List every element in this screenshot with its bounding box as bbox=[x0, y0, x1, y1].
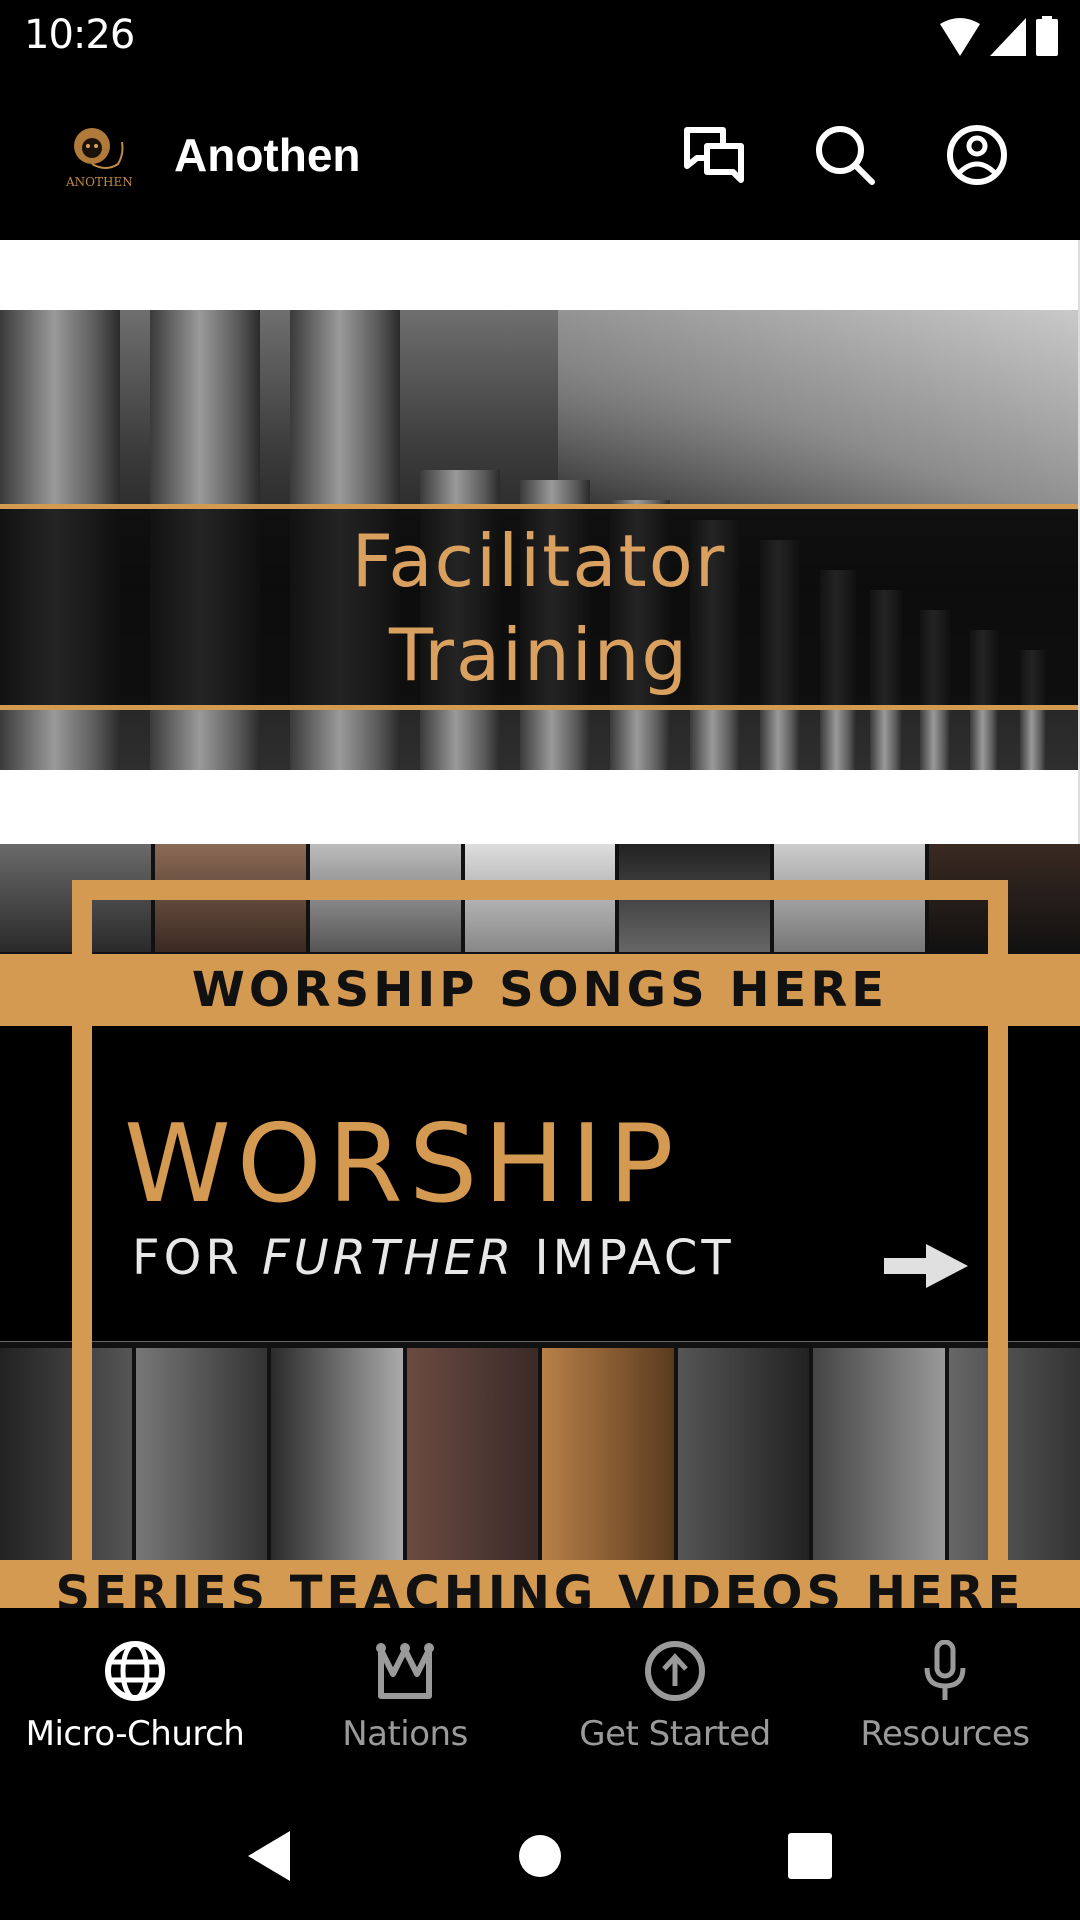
account-circle-icon bbox=[946, 124, 1008, 191]
subtitle-post: IMPACT bbox=[515, 1230, 735, 1286]
search-button[interactable] bbox=[810, 122, 880, 192]
system-nav-bar bbox=[0, 1784, 1080, 1920]
arrow-up-circle-icon bbox=[642, 1638, 708, 1704]
nav-label: Resources bbox=[860, 1714, 1030, 1754]
banner-title-line1: Facilitator bbox=[351, 519, 727, 603]
back-button[interactable] bbox=[240, 1826, 300, 1886]
nav-label: Micro-Church bbox=[25, 1714, 245, 1754]
back-triangle-icon bbox=[248, 1831, 290, 1881]
microphone-icon bbox=[912, 1638, 978, 1704]
worship-songs-band[interactable]: WORSHIP SONGS HERE bbox=[0, 954, 1080, 1026]
bottom-nav: Micro-Church Nations Get Started Resourc… bbox=[0, 1608, 1080, 1784]
colonnade-photo: Facilitator Training bbox=[0, 310, 1078, 770]
chat-button[interactable] bbox=[680, 122, 750, 192]
search-icon bbox=[814, 124, 876, 191]
app-title: Anothen bbox=[174, 129, 361, 181]
arrow-right-icon[interactable] bbox=[884, 1244, 968, 1288]
home-circle-icon bbox=[519, 1835, 561, 1877]
globe-icon bbox=[102, 1638, 168, 1704]
status-time: 10:26 bbox=[24, 12, 135, 58]
nav-nations[interactable]: Nations bbox=[270, 1608, 540, 1784]
app-bar: ANOTHEN Anothen bbox=[0, 72, 1080, 240]
nav-micro-church[interactable]: Micro-Church bbox=[0, 1608, 270, 1784]
anothen-lion-logo[interactable]: ANOTHEN bbox=[65, 124, 136, 190]
recents-button[interactable] bbox=[780, 1826, 840, 1886]
home-button[interactable] bbox=[510, 1826, 570, 1886]
subtitle-emphasis: FURTHER bbox=[262, 1230, 516, 1286]
banner-title-line2: Training bbox=[388, 613, 690, 697]
recents-square-icon bbox=[788, 1833, 832, 1879]
worship-subtitle: FOR FURTHER IMPACT bbox=[132, 1230, 735, 1286]
subtitle-pre: FOR bbox=[132, 1230, 262, 1286]
nav-get-started[interactable]: Get Started bbox=[540, 1608, 810, 1784]
status-icons bbox=[940, 16, 1058, 61]
chat-bubbles-icon bbox=[683, 126, 747, 189]
svg-text:ANOTHEN: ANOTHEN bbox=[66, 175, 133, 189]
worship-title-box: WORSHIP FOR FURTHER IMPACT bbox=[0, 1026, 1080, 1342]
facilitator-title-band: Facilitator Training bbox=[0, 504, 1078, 710]
battery-icon bbox=[1036, 16, 1058, 61]
status-bar: 10:26 bbox=[0, 0, 1080, 72]
series-teaching-band[interactable]: SERIES TEACHING VIDEOS HERE bbox=[0, 1560, 1080, 1608]
crown-icon bbox=[372, 1638, 438, 1704]
worship-banner[interactable]: WORSHIP SONGS HERE WORSHIP FOR FURTHER I… bbox=[0, 844, 1080, 1608]
worship-songs-label: WORSHIP SONGS HERE bbox=[191, 962, 889, 1018]
nav-label: Nations bbox=[342, 1714, 468, 1754]
series-teaching-label: SERIES TEACHING VIDEOS HERE bbox=[55, 1566, 1025, 1608]
account-button[interactable] bbox=[942, 122, 1012, 192]
facilitator-training-banner[interactable]: Facilitator Training bbox=[0, 240, 1080, 844]
nav-resources[interactable]: Resources bbox=[810, 1608, 1080, 1784]
cellular-signal-icon bbox=[990, 18, 1026, 61]
content-scroll[interactable]: Facilitator Training WORSHIP SONGS HERE … bbox=[0, 240, 1080, 1608]
wifi-icon bbox=[940, 18, 980, 61]
worship-title: WORSHIP bbox=[124, 1102, 680, 1227]
nav-label: Get Started bbox=[579, 1714, 771, 1754]
